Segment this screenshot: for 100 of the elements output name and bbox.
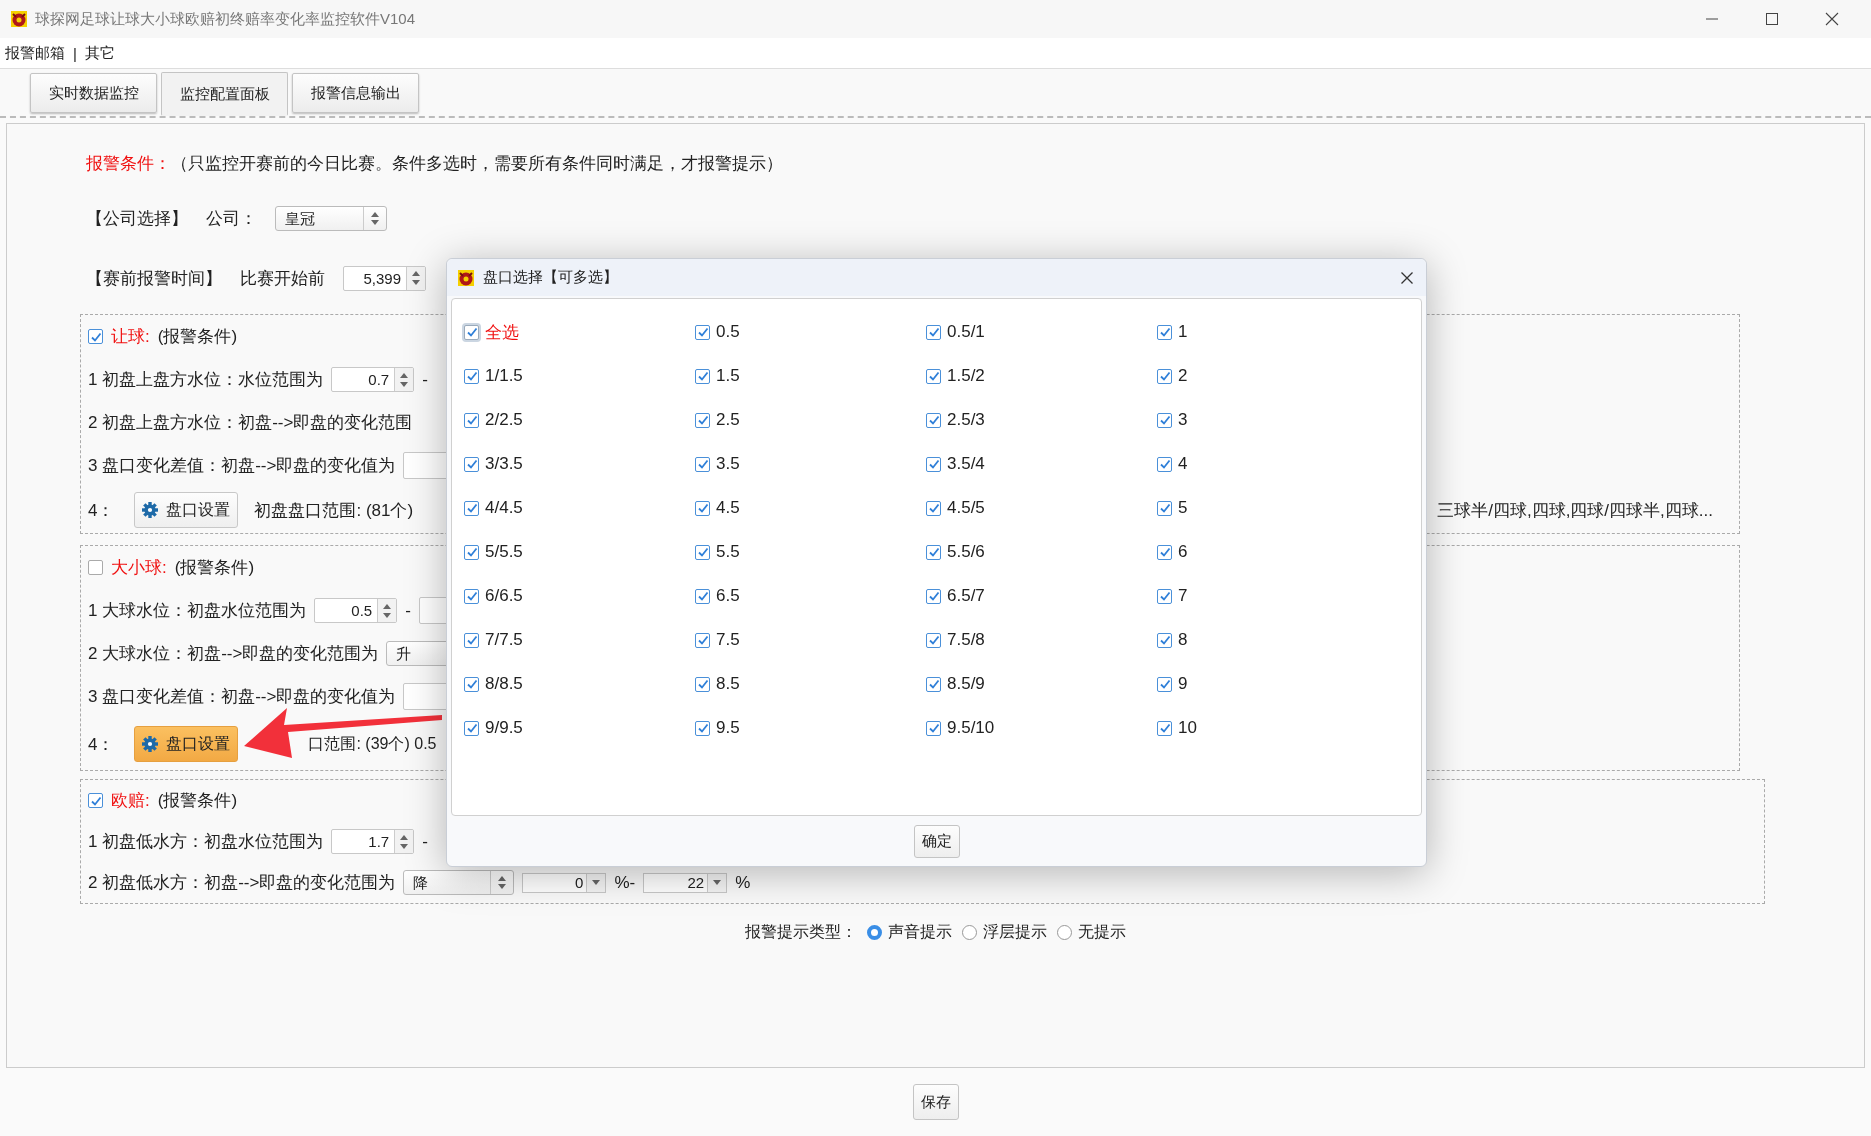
checkbox[interactable] [464,456,479,472]
checkbox[interactable] [1157,588,1172,604]
checkbox-label: 7 [1178,586,1188,606]
checkbox[interactable] [695,544,710,560]
settings-button[interactable]: 盘口设置 [134,492,239,528]
checkbox-label: 4.5/5 [947,498,985,518]
checkbox[interactable] [464,412,479,428]
close-icon[interactable] [1825,12,1839,26]
checkbox[interactable] [926,720,941,736]
checkbox[interactable] [926,368,941,384]
number-field[interactable]: 0.7 [331,367,415,392]
condition-text: %- [614,872,636,893]
save-button[interactable]: 保存 [912,1084,959,1120]
checkbox[interactable] [464,368,479,384]
checkbox-label: 4 [1178,454,1188,474]
checkbox-label: 3.5 [716,454,740,474]
condition-text: - [422,369,428,390]
field-label: 报警提示类型： [745,921,857,942]
checkbox[interactable] [695,632,710,648]
checkbox[interactable] [926,676,941,692]
settings-button[interactable]: 盘口设置 [134,726,239,762]
checkbox[interactable] [464,324,479,340]
checkbox[interactable] [464,720,479,736]
field-label: 公司： [206,207,257,230]
checkbox-label: 3.5/4 [947,454,985,474]
radio-option[interactable]: 浮层提示 [962,921,1047,943]
checkbox-label: 1.5 [716,366,740,386]
checkbox-label: 1/1.5 [485,366,523,386]
checkbox-label: 9 [1178,674,1188,694]
checkbox-label: 9.5/10 [947,718,995,738]
app-logo-icon [458,269,474,286]
checkbox[interactable] [926,500,941,516]
dialog-title: 盘口选择【可多选】 [483,268,618,287]
checkbox[interactable] [926,632,941,648]
checkbox[interactable] [88,793,103,808]
checkbox[interactable] [464,632,479,648]
group-note: (报警条件) [157,790,238,812]
group-note: (报警条件) [174,557,255,579]
checkbox[interactable] [926,412,941,428]
checkbox[interactable] [695,412,710,428]
checkbox[interactable] [1157,676,1172,692]
close-icon[interactable] [1400,270,1414,285]
checkbox-label: 4.5 [716,498,740,518]
tab[interactable]: 实时数据监控 [30,73,157,113]
checkbox[interactable] [464,676,479,692]
tab[interactable]: 报警信息输出 [292,73,419,113]
radio-option[interactable]: 声音提示 [867,921,952,943]
checkbox[interactable] [1157,544,1172,560]
condition-text: 2 大球水位：初盘-->即盘的变化范围为 [88,643,379,665]
checkbox[interactable] [1157,632,1172,648]
checkbox[interactable] [695,324,710,340]
checkbox[interactable] [88,329,103,344]
checkbox[interactable] [695,456,710,472]
checkbox[interactable] [1157,720,1172,736]
dropdown[interactable]: 皇冠 [275,205,387,231]
dropdown[interactable]: 22 [643,872,728,893]
checkbox-label: 0.5/1 [947,322,985,342]
checkbox[interactable] [88,560,103,575]
checkbox[interactable] [1157,412,1172,428]
checkbox[interactable] [1157,456,1172,472]
checkbox-label: 6.5 [716,586,740,606]
field-label: 比赛开始前 [240,267,325,290]
maximize-icon[interactable] [1765,12,1779,26]
checkbox[interactable] [695,500,710,516]
checkbox[interactable] [1157,324,1172,340]
checkbox-label: 3/3.5 [485,454,523,474]
ok-button[interactable]: 确定 [913,824,960,858]
checkbox-label: 0.5 [716,322,740,342]
dropdown[interactable]: 降 [403,870,515,895]
checkbox[interactable] [695,676,710,692]
checkbox-label: 2 [1178,366,1188,386]
checkbox[interactable] [926,544,941,560]
checkbox[interactable] [926,588,941,604]
checkbox[interactable] [1157,368,1172,384]
number-field[interactable]: 5,399 [343,265,426,291]
checkbox[interactable] [1157,500,1172,516]
checkbox[interactable] [464,588,479,604]
heading-label: 报警条件： [86,152,171,175]
number-field[interactable]: 1.7 [331,829,415,854]
checkbox[interactable] [695,368,710,384]
checkbox[interactable] [695,720,710,736]
condition-text: - [422,831,428,852]
dropdown[interactable]: 0 [522,872,607,893]
checkbox[interactable] [464,500,479,516]
section-label: 【公司选择】 [86,207,188,230]
number-field[interactable]: 0.5 [314,598,398,623]
menu-item[interactable]: 报警邮箱 [5,43,65,63]
checkbox[interactable] [926,324,941,340]
tab[interactable]: 监控配置面板 [161,72,288,116]
checkbox[interactable] [464,544,479,560]
menu-separator: | [73,44,77,62]
menu-item[interactable]: 其它 [84,43,115,63]
checkbox-label: 4/4.5 [485,498,523,518]
checkbox[interactable] [695,588,710,604]
radio-option[interactable]: 无提示 [1057,921,1126,943]
gear-icon [142,736,159,752]
group-title: 欧赔: [111,790,150,812]
checkbox-label: 3 [1178,410,1188,430]
checkbox[interactable] [926,456,941,472]
group-title: 大小球: [111,557,167,579]
